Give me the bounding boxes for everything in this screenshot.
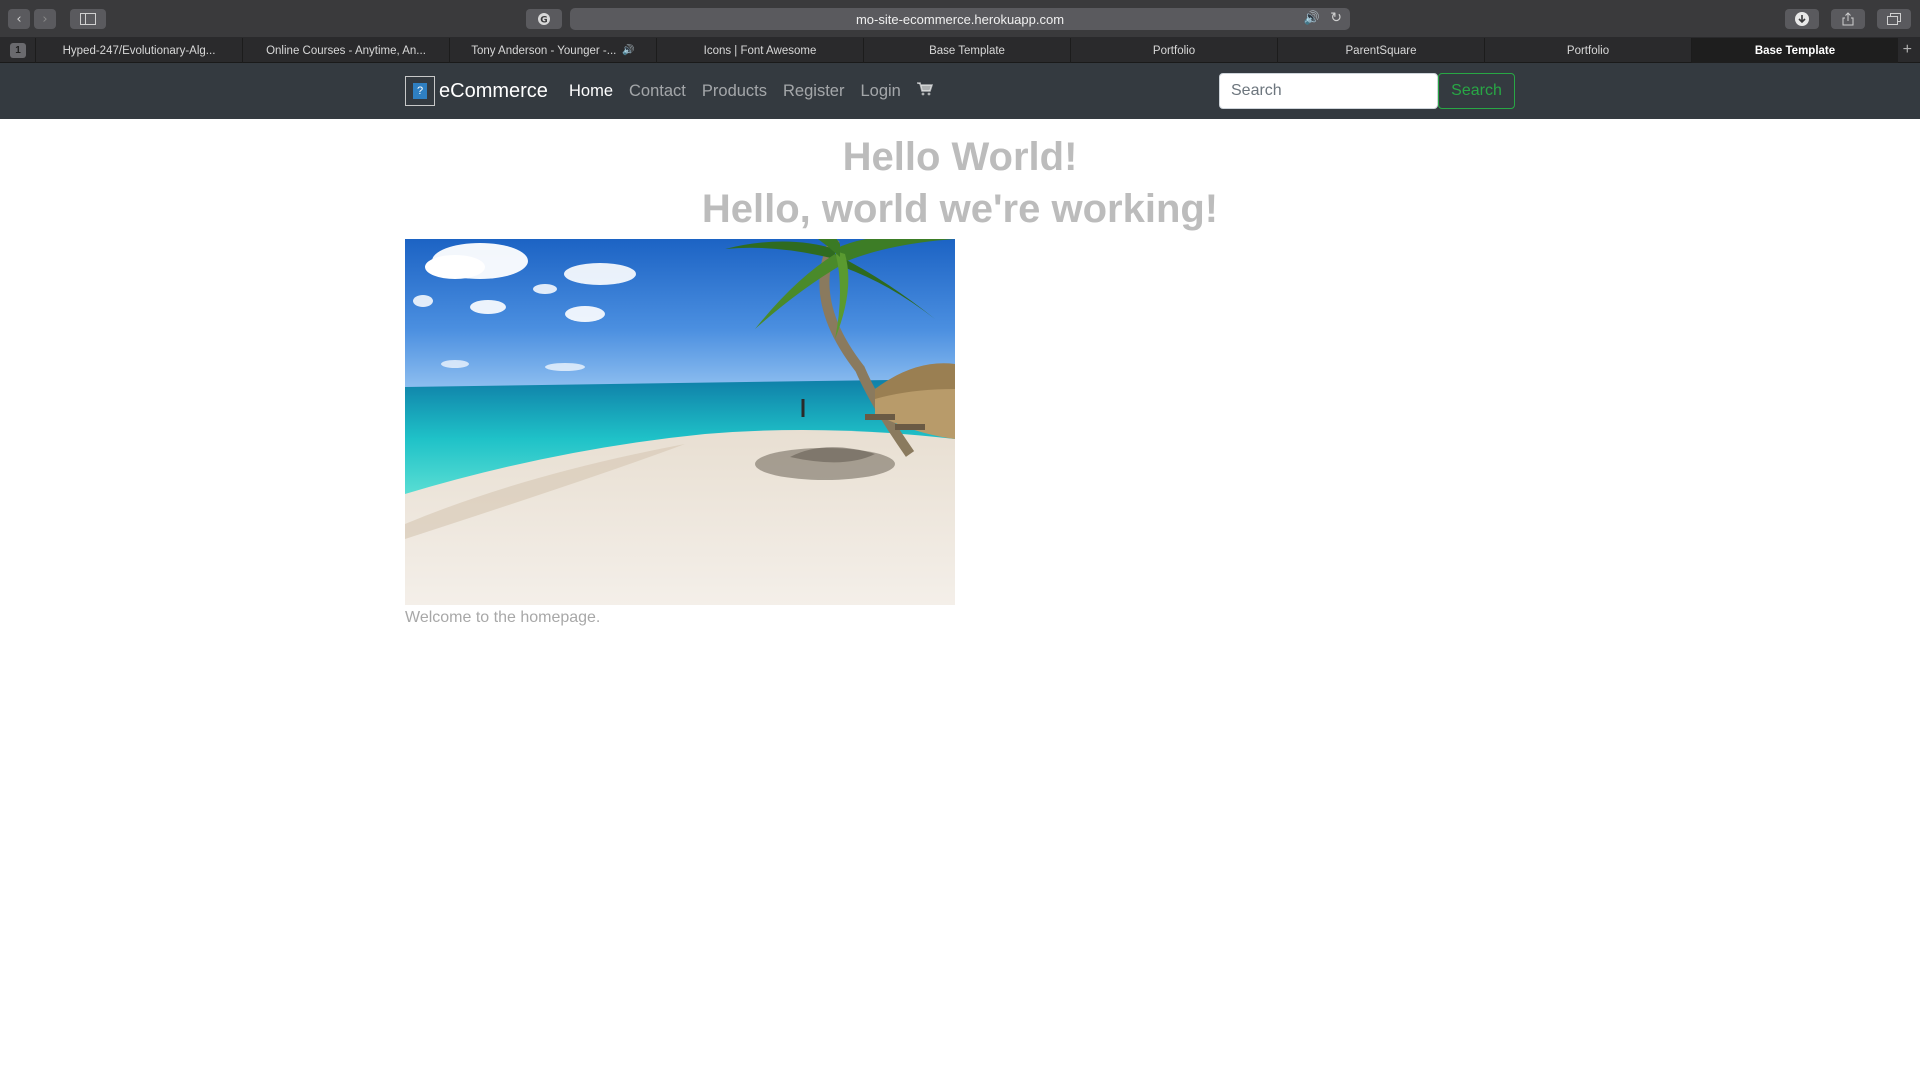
tab-list: Hyped-247/Evolutionary-Alg... Online Cou… — [35, 38, 1898, 63]
browser-tab[interactable]: Portfolio — [1070, 38, 1277, 63]
address-bar[interactable]: mo-site-ecommerce.herokuapp.com 🔊 ↻ — [570, 8, 1350, 30]
back-icon[interactable]: ‹ — [8, 9, 30, 29]
nav-link-products[interactable]: Products — [702, 82, 767, 101]
brand-name: eCommerce — [439, 79, 548, 102]
welcome-text: Welcome to the homepage. — [405, 609, 601, 626]
browser-tab[interactable]: Icons | Font Awesome — [656, 38, 863, 63]
svg-text:G: G — [540, 16, 547, 26]
new-tab-icon[interactable]: + — [1903, 41, 1912, 59]
forward-icon[interactable]: › — [34, 9, 56, 29]
tab-count-badge[interactable]: 1 — [10, 43, 26, 58]
brand-logo-icon: ? — [405, 76, 435, 106]
browser-toolbar: ‹ › G mo-site-ecommerce.herokuapp.com 🔊 … — [0, 0, 1920, 38]
brand-link[interactable]: ? eCommerce — [405, 76, 548, 106]
reload-icon[interactable]: ↻ — [1330, 10, 1342, 26]
download-icon[interactable] — [1785, 9, 1819, 29]
page-heading: Hello World! — [842, 135, 1078, 179]
nav-link-home[interactable]: Home — [569, 82, 613, 101]
nav-links: Home Contact Products Register Login — [569, 63, 933, 119]
beach-palm-tree-image — [405, 239, 955, 605]
browser-tab[interactable]: Base Template — [863, 38, 1070, 63]
tab-audio-icon[interactable]: 🔊 — [622, 45, 634, 56]
nav-link-login[interactable]: Login — [860, 82, 900, 101]
browser-tab[interactable]: Portfolio — [1484, 38, 1691, 63]
sidebar-icon[interactable] — [70, 9, 106, 29]
extension-icon[interactable]: G — [526, 9, 562, 29]
browser-tab[interactable]: Hyped-247/Evolutionary-Alg... — [35, 38, 242, 63]
page-subheading: Hello, world we're working! — [701, 187, 1219, 231]
browser-tab-active[interactable]: Base Template — [1691, 38, 1898, 63]
nav-link-register[interactable]: Register — [783, 82, 844, 101]
url-text: mo-site-ecommerce.herokuapp.com — [855, 11, 1065, 27]
shopping-cart-icon[interactable] — [916, 82, 933, 100]
tab-bar: 1 Hyped-247/Evolutionary-Alg... Online C… — [0, 38, 1920, 63]
search-input[interactable] — [1219, 73, 1438, 109]
nav-link-contact[interactable]: Contact — [629, 82, 686, 101]
share-icon[interactable] — [1831, 9, 1865, 29]
browser-tab[interactable]: Tony Anderson - Younger -... 🔊 — [449, 38, 656, 63]
browser-tab[interactable]: ParentSquare — [1277, 38, 1484, 63]
tabs-overview-icon[interactable] — [1877, 9, 1911, 29]
speaker-icon[interactable]: 🔊 — [1304, 11, 1320, 26]
browser-tab[interactable]: Online Courses - Anytime, An... — [242, 38, 449, 63]
site-navbar: ? eCommerce Home Contact Products Regist… — [0, 63, 1920, 119]
search-button[interactable]: Search — [1438, 73, 1515, 109]
